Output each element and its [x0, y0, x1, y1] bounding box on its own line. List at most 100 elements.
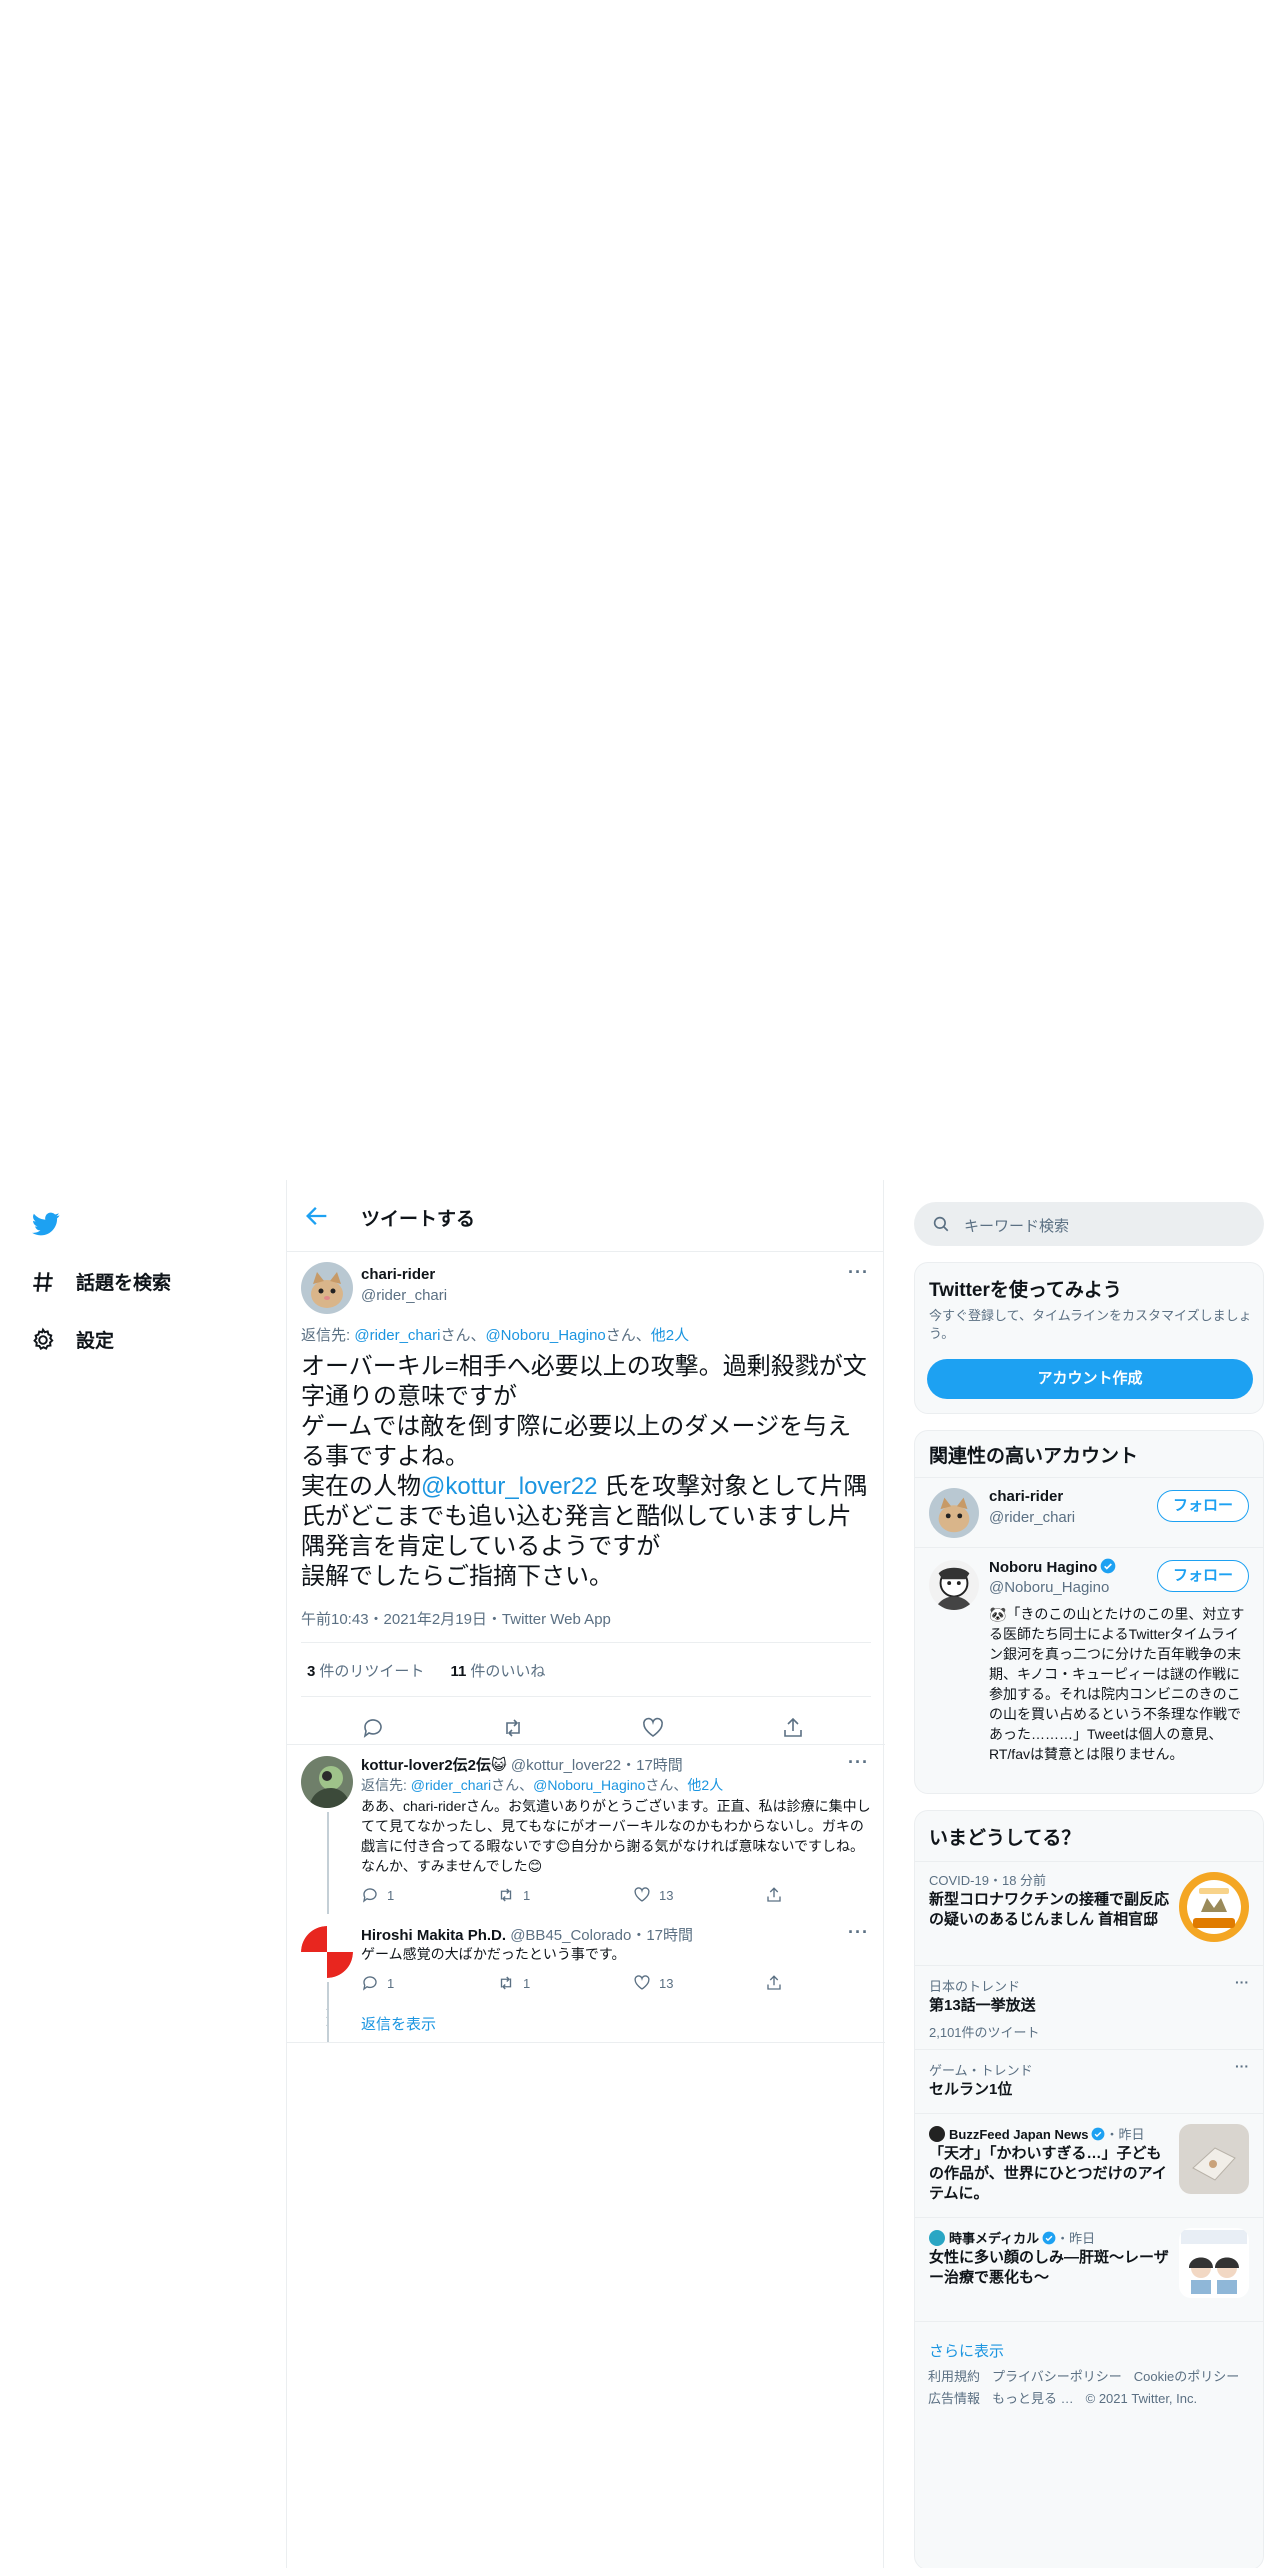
reply-to-sep: さん、 [491, 1777, 534, 1793]
like-count[interactable]: 11 件のいいね [451, 1663, 546, 1680]
follow-button[interactable]: フォロー [1157, 1490, 1249, 1522]
reply-button[interactable]: 1 [361, 1886, 394, 1904]
account-row[interactable]: Noboru Hagino @Noboru_Hagino フォロー 🐼「きのこの… [915, 1547, 1263, 1793]
verified-badge-icon [1092, 2127, 1105, 2141]
reply-author[interactable]: kottur-lover2伝2伝😺 @kottur_lover22・17時間 [361, 1754, 683, 1775]
trend-context: COVID-19・18 分前 [929, 1873, 1047, 1888]
retweet-button[interactable]: 1 [497, 1886, 530, 1904]
thread-dots: · · · [325, 2004, 329, 2031]
like-button[interactable]: 13 [633, 1974, 673, 1992]
share-button[interactable] [765, 1886, 783, 1904]
more-icon[interactable]: ··· [1235, 1974, 1249, 1990]
twitter-bird-icon[interactable] [30, 1210, 62, 1238]
show-replies-link[interactable]: 返信を表示 [361, 2013, 436, 2034]
news-item[interactable]: BuzzFeed Japan News ・昨日 「天才」「かわいすぎる…」子どもの… [915, 2113, 1263, 2217]
account-bio: 🐼「きのこの山とたけのこの里、対立する医師たち同士によるTwitterタイムライ… [989, 1606, 1245, 1762]
reply-author-handle: @BB45_Colorado [510, 1927, 632, 1944]
news-source: 時事メディカル ・昨日 [929, 2228, 1095, 2247]
account-row[interactable]: chari-rider @rider_chari フォロー [915, 1477, 1263, 1547]
footer-link[interactable]: 広告情報 [928, 2391, 980, 2406]
reply-icon[interactable] [361, 1716, 385, 1740]
news-source-name: 時事メディカル [949, 2231, 1040, 2246]
heart-icon[interactable] [641, 1716, 665, 1740]
hashtag-icon [33, 1271, 53, 1292]
reply-to-sep: さん、 [440, 1327, 486, 1344]
trends-title: いまどうしてる？ [929, 1828, 1081, 1849]
retweet-icon [500, 1976, 512, 1990]
retweet-icon [500, 1888, 512, 1902]
reply-to-sep: さん、 [645, 1777, 688, 1793]
tweet-line-text: 実在の人物 [301, 1473, 421, 1500]
news-time: ・昨日 [1056, 2231, 1096, 2246]
mention-link[interactable]: @Noboru_Hagino [485, 1327, 605, 1344]
verified-badge-icon [1042, 2231, 1056, 2245]
search-box[interactable]: キーワード検索 [914, 1202, 1264, 1246]
trend-item[interactable]: 日本のトレンド 第13話一挙放送 2,101件のツイート ··· [915, 1965, 1263, 2049]
avatar[interactable] [929, 1560, 979, 1610]
reply-to-others-link[interactable]: 他2人 [687, 1777, 723, 1793]
footer-link[interactable]: プライバシーポリシー [992, 2369, 1122, 2384]
reply-to-others-link[interactable]: 他2人 [651, 1327, 689, 1344]
avatar[interactable] [301, 1262, 353, 1314]
footer-link[interactable]: 利用規約 [928, 2369, 980, 2384]
search-input-placeholder[interactable]: キーワード検索 [964, 1215, 1069, 1236]
arrow-left-icon[interactable] [303, 1202, 331, 1230]
create-account-button[interactable]: アカウント作成 [927, 1359, 1253, 1399]
share-button[interactable] [765, 1974, 783, 1992]
footer-link[interactable]: もっと見る … [992, 2391, 1074, 2406]
more-icon[interactable]: ··· [848, 1922, 869, 1943]
divider [287, 2042, 885, 2043]
trend-title: 新型コロナワクチンの接種で副反応の疑いのあるじんましん 首相官邸 [929, 1891, 1170, 1928]
tweet-timestamp[interactable]: 午前10:43・2021年2月19日・Twitter Web App [301, 1608, 611, 1629]
share-icon[interactable] [781, 1716, 805, 1740]
footer-link[interactable]: Cookieのポリシー [1134, 2369, 1239, 2384]
author-name[interactable]: chari-rider [361, 1266, 435, 1283]
tweet-stats: 3 件のリツイート 11 件のいいね [307, 1660, 567, 1681]
reply-to-line: 返信先: @rider_chariさん、@Noboru_Haginoさん、他2人 [361, 1775, 723, 1795]
trend-title: セルラン1位 [929, 2081, 1013, 2098]
avatar[interactable] [301, 1926, 353, 1978]
retweet-button[interactable]: 1 [497, 1974, 530, 1992]
mention-link[interactable]: @kottur_lover22 [421, 1473, 597, 1500]
nav-label-explore: 話題を検索 [76, 1273, 172, 1294]
like-count: 13 [659, 1887, 674, 1903]
mention-link[interactable]: @rider_chari [411, 1777, 491, 1793]
reply-action-bar: 1 1 13 [361, 1886, 801, 1906]
signup-card: Twitterを使ってみよう 今すぐ登録して、タイムラインをカスタマイズしましょ… [914, 1262, 1264, 1414]
mention-link[interactable]: @rider_chari [354, 1327, 440, 1344]
mention-link[interactable]: @Noboru_Hagino [533, 1777, 645, 1793]
reply-icon [362, 1976, 377, 1991]
retweet-count-label: 件のリツイート [319, 1663, 425, 1680]
news-source-name: BuzzFeed Japan News [949, 2127, 1089, 2142]
reply-icon [362, 1888, 377, 1903]
avatar[interactable] [301, 1756, 353, 1808]
reply-author-name: kottur-lover2伝2伝😺 [361, 1757, 507, 1774]
retweet-count-value: 3 [307, 1663, 316, 1680]
tweet-text: オーバーキル=相手へ必要以上の攻撃。過剰殺戮が文字通りの意味ですが ゲームでは敵… [301, 1352, 871, 1592]
news-item[interactable]: 時事メディカル ・昨日 女性に多い顔のしみ―肝斑～レーザー治療で悪化も～ [915, 2217, 1263, 2321]
buzzfeed-logo-icon [929, 2126, 945, 2142]
signup-subtitle: 今すぐ登録して、タイムラインをカスタマイズしましょう。 [929, 1308, 1252, 1341]
trend-item[interactable]: COVID-19・18 分前 新型コロナワクチンの接種で副反応の疑いのあるじんま… [915, 1861, 1263, 1965]
show-more-link[interactable]: さらに表示 [929, 2340, 1004, 2361]
nav-item-settings[interactable]: 設定 [30, 1326, 114, 1353]
more-icon[interactable]: ··· [848, 1752, 869, 1773]
gear-icon [33, 1327, 54, 1350]
avatar[interactable] [929, 1488, 979, 1538]
signup-title: Twitterを使ってみよう [929, 1280, 1122, 1301]
trend-item[interactable]: ゲーム・トレンド セルラン1位 ··· [915, 2049, 1263, 2113]
retweet-count[interactable]: 3 件のリツイート [307, 1663, 424, 1680]
reply-button[interactable]: 1 [361, 1974, 394, 1992]
reply-author[interactable]: Hiroshi Makita Ph.D. @BB45_Colorado・17時間 [361, 1924, 693, 1945]
reply-time: ・17時間 [621, 1757, 683, 1774]
reply-to-prefix: 返信先: [301, 1327, 355, 1344]
news-source: BuzzFeed Japan News ・昨日 [929, 2124, 1144, 2143]
follow-button[interactable]: フォロー [1157, 1560, 1249, 1592]
more-icon[interactable]: ··· [1235, 2058, 1249, 2074]
more-icon[interactable]: ··· [848, 1262, 869, 1283]
nav-item-explore[interactable]: 話題を検索 [30, 1268, 171, 1295]
retweet-icon[interactable] [501, 1716, 525, 1740]
author-handle[interactable]: @rider_chari [361, 1287, 447, 1304]
like-button[interactable]: 13 [633, 1886, 673, 1904]
news-thumbnail [1179, 2228, 1249, 2298]
